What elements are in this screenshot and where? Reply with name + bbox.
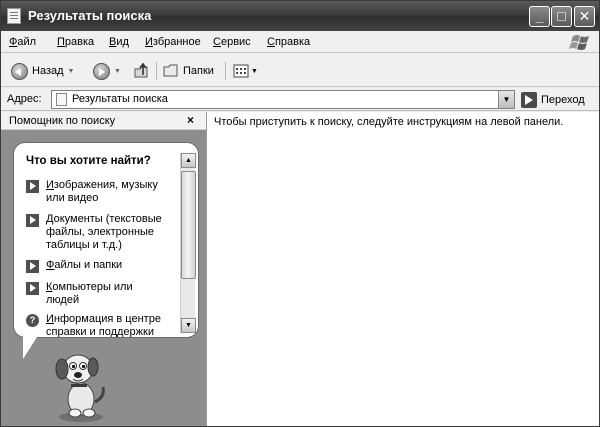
menu-favorites-accel: И xyxy=(145,36,153,48)
scroll-down-icon[interactable]: ▼ xyxy=(181,318,196,333)
folders-icon xyxy=(163,64,178,77)
search-companion-title: Помощник по поиску xyxy=(9,115,116,127)
option-label: Файлы и папки xyxy=(46,259,122,272)
menu-bar: Файл Правка Вид Избранное Сервис Справка xyxy=(1,31,599,53)
bubble-tail xyxy=(23,337,37,359)
scroll-thumb[interactable] xyxy=(181,171,196,279)
search-question: Что вы хотите найти? xyxy=(26,155,151,167)
menu-help[interactable]: Справка xyxy=(267,36,310,48)
menu-tools[interactable]: Сервис xyxy=(213,36,251,48)
scroll-up-icon[interactable]: ▲ xyxy=(181,153,196,168)
window-title: Результаты поиска xyxy=(28,8,152,23)
arrow-right-icon xyxy=(26,282,39,295)
search-results-icon xyxy=(56,93,67,106)
option-line2: или видео xyxy=(46,192,99,204)
option-label: Изображения, музыку или видео xyxy=(46,179,158,205)
menu-file[interactable]: Файл xyxy=(9,36,36,48)
help-icon: ? xyxy=(26,314,39,327)
results-pane: Чтобы приступить к поиску, следуйте инст… xyxy=(206,112,599,426)
menu-edit[interactable]: Правка xyxy=(57,36,94,48)
search-companion-header: Помощник по поиску × xyxy=(1,112,206,130)
folders-label: Папки xyxy=(183,65,214,77)
back-label: Назад xyxy=(32,65,64,77)
option-computers-people[interactable]: Компьютеры или людей xyxy=(26,281,184,307)
go-arrow-icon xyxy=(521,91,537,108)
up-folder-button[interactable] xyxy=(133,60,151,82)
results-instructions: Чтобы приступить к поиску, следуйте инст… xyxy=(214,116,564,128)
search-options-bubble: Что вы хотите найти? Изображения, музыку… xyxy=(13,142,199,338)
forward-button[interactable]: ▼ xyxy=(93,60,121,82)
menu-view[interactable]: Вид xyxy=(109,36,129,48)
option-line1: окументы (текстовые xyxy=(53,213,162,225)
option-files-folders[interactable]: Файлы и папки xyxy=(26,259,184,273)
option-line1: айлы и папки xyxy=(54,259,123,271)
option-documents[interactable]: Документы (текстовые файлы, электронные та… xyxy=(26,213,184,252)
option-line1: омпьютеры или xyxy=(52,281,133,293)
option-line1: зображения, музыку xyxy=(53,179,158,191)
explorer-window: Результаты поиска _ □ ✕ Файл Правка Вид … xyxy=(0,0,600,427)
arrow-right-icon xyxy=(26,260,39,273)
option-accel: И xyxy=(46,313,54,325)
menu-file-label: айл xyxy=(17,36,37,48)
forward-arrow-icon xyxy=(93,62,110,80)
arrow-right-icon xyxy=(26,180,39,193)
go-button[interactable]: Переход xyxy=(521,90,585,109)
option-label: Компьютеры или людей xyxy=(46,281,133,307)
menu-view-label: ид xyxy=(116,36,129,48)
option-accel: И xyxy=(46,179,54,191)
option-pictures-music-video[interactable]: Изображения, музыку или видео xyxy=(26,179,184,205)
menu-edit-label: равка xyxy=(64,36,95,48)
views-button[interactable]: ▼ xyxy=(233,60,258,82)
arrow-right-icon xyxy=(26,214,39,227)
title-bar[interactable]: Результаты поиска _ □ ✕ xyxy=(1,1,599,31)
menu-tools-accel: С xyxy=(213,36,221,48)
close-pane-icon[interactable]: × xyxy=(187,113,194,127)
go-label: Переход xyxy=(541,93,585,106)
menu-favorites[interactable]: Избранное xyxy=(145,36,201,48)
menu-help-label: правка xyxy=(274,36,311,48)
back-button[interactable]: Назад ▼ xyxy=(11,60,74,82)
option-line2: людей xyxy=(46,294,80,306)
address-input[interactable]: Результаты поиска ▼ xyxy=(51,90,515,109)
window-document-icon xyxy=(7,8,21,24)
option-line3: таблицы и т.д.) xyxy=(46,239,122,251)
address-bar: Адрес: Результаты поиска ▼ Переход xyxy=(1,88,599,111)
menu-favorites-label: збранное xyxy=(152,36,201,48)
menu-edit-accel: П xyxy=(57,36,65,48)
minimize-button[interactable]: _ xyxy=(529,6,550,27)
toolbar-separator xyxy=(225,62,226,80)
search-dog-icon[interactable] xyxy=(45,347,115,425)
address-dropdown-icon[interactable]: ▼ xyxy=(498,91,514,108)
address-label: Адрес: xyxy=(7,93,42,105)
option-help-support[interactable]: ? Информация в центре справки и поддержки xyxy=(26,313,184,338)
menu-tools-label: ервис xyxy=(220,36,251,48)
options-scrollbar[interactable]: ▲ ▼ xyxy=(180,153,196,333)
option-line2: файлы, электронные xyxy=(46,226,155,238)
forward-dropdown-icon[interactable]: ▼ xyxy=(114,68,121,75)
menu-help-accel: С xyxy=(267,36,275,48)
up-folder-icon xyxy=(134,62,148,78)
option-line2: справки и поддержки xyxy=(46,326,154,338)
folders-button[interactable]: Папки xyxy=(163,60,214,82)
close-button[interactable]: ✕ xyxy=(574,6,595,27)
standard-toolbar: Назад ▼ ▼ Папки ▼ xyxy=(1,54,599,87)
option-label: Информация в центре справки и поддержки xyxy=(46,313,161,338)
windows-logo-icon xyxy=(569,35,589,50)
maximize-button[interactable]: □ xyxy=(551,6,572,27)
option-label: Документы (текстовые файлы, электронные та… xyxy=(46,213,162,252)
back-arrow-icon xyxy=(11,62,28,80)
back-dropdown-icon[interactable]: ▼ xyxy=(68,68,75,75)
toolbar-separator xyxy=(156,62,157,80)
option-line1: нформация в центре xyxy=(53,313,161,325)
search-companion-pane: Помощник по поиску × Что вы хотите найти… xyxy=(1,112,206,426)
address-value: Результаты поиска xyxy=(72,93,168,105)
views-grid-icon xyxy=(233,64,249,78)
views-dropdown-icon[interactable]: ▼ xyxy=(251,68,258,75)
option-accel: Д xyxy=(46,213,54,225)
